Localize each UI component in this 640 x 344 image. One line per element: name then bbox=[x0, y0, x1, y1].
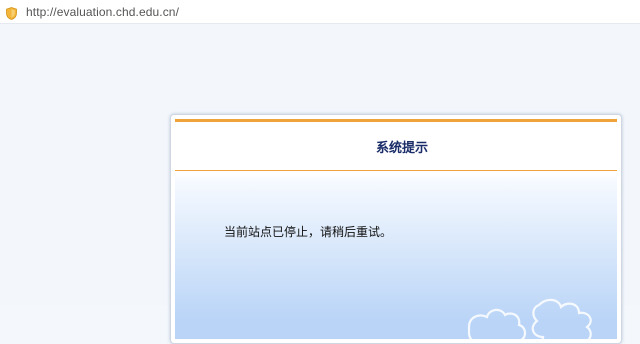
status-message: 当前站点已停止，请稍后重试。 bbox=[224, 225, 393, 239]
puzzle-pieces-icon bbox=[467, 298, 592, 343]
address-bar[interactable]: http://evaluation.chd.edu.cn/ bbox=[0, 0, 640, 24]
dialog-header: 系统提示 bbox=[175, 122, 617, 171]
shield-icon[interactable] bbox=[6, 5, 17, 20]
dialog-body: 系统提示 当前站点已停止，请稍后重试。 bbox=[175, 119, 617, 343]
url-text[interactable]: http://evaluation.chd.edu.cn/ bbox=[26, 5, 179, 19]
system-notice-dialog: 系统提示 当前站点已停止，请稍后重试。 bbox=[170, 114, 622, 344]
page-content: 系统提示 当前站点已停止，请稍后重试。 bbox=[0, 24, 640, 344]
dialog-title: 系统提示 bbox=[375, 140, 428, 156]
